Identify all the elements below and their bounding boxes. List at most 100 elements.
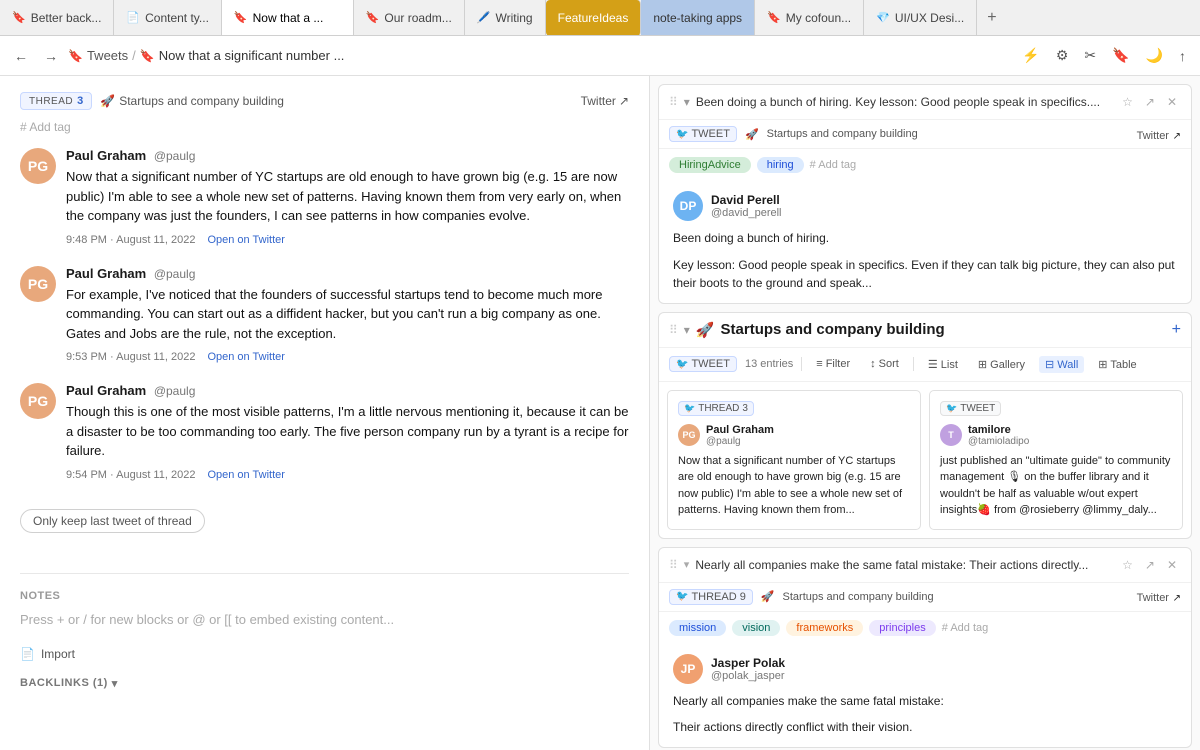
collapse-button[interactable]: ↑ (1173, 43, 1192, 68)
tab-bar: 🔖 Better back... 📄 Content ty... 🔖 Now t… (0, 0, 1200, 36)
mini-card-2-header: 🐦 TWEET (940, 401, 1172, 416)
add-tag-button[interactable]: Add tag (20, 120, 629, 134)
close-button-1[interactable]: ✕ (1163, 93, 1181, 111)
tab-writing[interactable]: 🖊️ Writing (465, 0, 546, 36)
tab-feature-ideas[interactable]: FeatureIdeas (546, 0, 642, 36)
category-badge[interactable]: 🚀 Startups and company building (100, 94, 284, 108)
back-button[interactable]: ← (8, 44, 34, 68)
fatal-author-info: Jasper Polak @polak_jasper (711, 656, 785, 682)
thread-count: 3 (77, 95, 83, 107)
external-icon-card3: ↗ (1173, 593, 1181, 604)
hiring-card-title: Been doing a bunch of hiring. Key lesson… (696, 95, 1112, 109)
wall-icon: ⊟ (1045, 359, 1054, 371)
tab-content-ty[interactable]: 📄 Content ty... (114, 0, 222, 36)
add-tag-card1[interactable]: Add tag (810, 159, 857, 171)
forward-button[interactable]: → (38, 44, 64, 68)
tab-now-that[interactable]: 🔖 Now that a ... ✕ (222, 0, 354, 36)
twitter-link-card3[interactable]: Twitter ↗ (1137, 589, 1181, 604)
hiring-tag-row: HiringAdvice hiring Add tag (659, 149, 1191, 181)
close-button-3[interactable]: ✕ (1163, 556, 1181, 574)
rocket-card3: 🚀 (761, 590, 775, 603)
view-separator-2 (913, 357, 914, 371)
breadcrumb-icon: 🔖 (68, 49, 83, 63)
tab-our-roadm[interactable]: 🔖 Our roadm... (354, 0, 465, 36)
settings-button[interactable]: ⚙ (1050, 43, 1075, 68)
hiring-card-author: DP David Perell @david_perell (673, 191, 1177, 221)
table-view-button[interactable]: ⊞ Table (1092, 356, 1142, 373)
lightning-button[interactable]: ⚡ (1016, 43, 1045, 68)
gallery-view-button[interactable]: ⊞ Gallery (972, 356, 1031, 373)
pin-button-1[interactable]: ☆ (1118, 93, 1137, 111)
card3-text2: Their actions directly conflict with the… (673, 718, 1177, 737)
tweet-icon-1: 🐦 (676, 129, 688, 140)
darkmode-button[interactable]: 🌙 (1140, 43, 1169, 68)
tag-frameworks[interactable]: frameworks (786, 620, 863, 636)
tab-better-back[interactable]: 🔖 Better back... (0, 0, 114, 36)
tag-principles[interactable]: principles (869, 620, 935, 636)
thread-label: THREAD (29, 96, 73, 107)
drag-handle-3[interactable]: ⠿ (669, 558, 678, 572)
hiring-card: ⠿ ▾ Been doing a bunch of hiring. Key le… (658, 84, 1192, 304)
filter-button[interactable]: ≡ Filter (810, 356, 856, 372)
import-button[interactable]: 📄 Import (20, 647, 629, 661)
avatar-1: PG (20, 148, 56, 184)
tab-icon-doc: 📄 (126, 11, 140, 24)
startups-add-button[interactable]: + (1172, 321, 1181, 339)
mini-author-1-info: Paul Graham @paulg (706, 424, 774, 447)
import-label: Import (41, 647, 75, 661)
tab-ui-desi[interactable]: 💎 UI/UX Desi... (864, 0, 977, 36)
expand-button-3[interactable]: ↗ (1141, 556, 1159, 574)
tag-hiring-advice[interactable]: HiringAdvice (669, 157, 751, 173)
mini-text-2: just published an "ultimate guide" to co… (940, 453, 1172, 519)
collapse-icon-2[interactable]: ▾ (684, 323, 690, 337)
tab-icon-gem: 💎 (876, 11, 890, 24)
add-tag-card3[interactable]: Add tag (942, 622, 989, 634)
tab-note-taking[interactable]: note-taking apps (641, 0, 755, 36)
card3-author-name: Jasper Polak (711, 656, 785, 670)
drag-handle-1[interactable]: ⠿ (669, 95, 678, 109)
keep-last-tweet-button[interactable]: Only keep last tweet of thread (20, 509, 205, 533)
external-icon-card1: ↗ (1173, 131, 1181, 142)
tab-add-button[interactable]: + (977, 9, 1006, 27)
main-layout: THREAD 3 🚀 Startups and company building… (0, 76, 1200, 750)
breadcrumb-tweets[interactable]: Tweets (87, 48, 128, 63)
filter-icon: ≡ (816, 358, 822, 370)
toolbar-right-actions: ⚡ ⚙ ✂ 🔖 🌙 ↑ (1016, 43, 1192, 68)
expand-button-1[interactable]: ↗ (1141, 93, 1159, 111)
thread-icon-card3: 🐦 (676, 591, 688, 602)
tweet-footer-3: 9:54 PM · August 11, 2022 Open on Twitte… (66, 469, 629, 481)
scissors-button[interactable]: ✂ (1078, 43, 1102, 68)
tag-vision[interactable]: vision (732, 620, 780, 636)
twitter-link-card1[interactable]: Twitter ↗ (1137, 127, 1181, 142)
tweet-author-2: Paul Graham (66, 266, 146, 281)
tag-mission[interactable]: mission (669, 620, 726, 636)
backlinks-section[interactable]: BACKLINKS (1) ▾ (20, 677, 629, 690)
collapse-icon-3[interactable]: ▾ (684, 558, 690, 571)
bookmark-button[interactable]: 🔖 (1106, 43, 1135, 68)
tweet-icon-mini: 🐦 (946, 403, 957, 414)
wall-view-button[interactable]: ⊟ Wall (1039, 356, 1084, 373)
external-link-icon: ↗ (619, 94, 629, 108)
twitter-link[interactable]: Twitter ↗ (581, 94, 629, 108)
open-twitter-2[interactable]: Open on Twitter (207, 351, 284, 363)
avatar-2: PG (20, 266, 56, 302)
avatar-3: PG (20, 383, 56, 419)
tweet-item-2: PG Paul Graham @paulg For example, I've … (20, 266, 629, 364)
tweet-text-3: Though this is one of the most visible p… (66, 402, 629, 461)
fatal-card-content: JP Jasper Polak @polak_jasper Nearly all… (659, 644, 1191, 747)
list-view-button[interactable]: ☰ List (922, 356, 964, 373)
tweet-time-3: 9:54 PM · August 11, 2022 (66, 469, 195, 481)
sort-button[interactable]: ↕ Sort (864, 356, 905, 372)
tab-my-cofoun[interactable]: 🔖 My cofoun... (755, 0, 864, 36)
tweet-handle-2: @paulg (154, 267, 196, 281)
notes-placeholder[interactable]: Press + or / for new blocks or @ or [[ t… (20, 612, 629, 627)
right-panel: ⠿ ▾ Been doing a bunch of hiring. Key le… (650, 76, 1200, 750)
tag-hiring[interactable]: hiring (757, 157, 804, 173)
open-twitter-1[interactable]: Open on Twitter (207, 234, 284, 246)
pin-button-3[interactable]: ☆ (1118, 556, 1137, 574)
sort-icon: ↕ (870, 358, 876, 370)
collapse-icon-1[interactable]: ▾ (684, 95, 690, 109)
tweet-icon-2: 🐦 (676, 359, 688, 370)
drag-handle-2[interactable]: ⠿ (669, 323, 678, 337)
open-twitter-3[interactable]: Open on Twitter (207, 469, 284, 481)
